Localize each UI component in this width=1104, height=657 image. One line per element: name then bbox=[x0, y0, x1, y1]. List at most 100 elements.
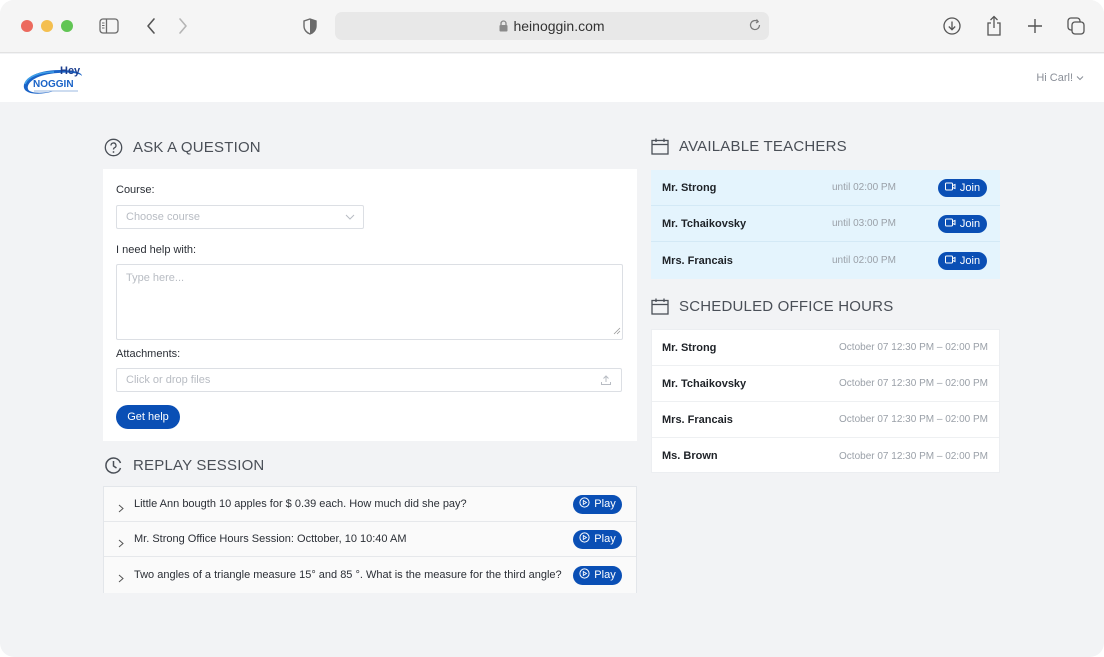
ask-question-form: Course: Choose course I need help with: … bbox=[103, 169, 637, 441]
teacher-name: Mrs. Francais bbox=[662, 413, 733, 426]
teacher-name: Mr. Tchaikovsky bbox=[662, 377, 747, 390]
sidebar-icon[interactable] bbox=[97, 14, 121, 38]
join-label: Join bbox=[959, 217, 981, 230]
teacher-name: Mr. Tchaikovsky bbox=[662, 217, 747, 230]
help-textarea-placeholder: Type here... bbox=[126, 272, 185, 284]
shield-icon[interactable] bbox=[298, 14, 322, 38]
office-hours-time: October 07 12:30 PM – 02:00 PM bbox=[839, 450, 988, 462]
available-teachers-heading: AVAILABLE TEACHERS bbox=[651, 138, 847, 155]
calendar-icon bbox=[651, 298, 669, 315]
play-circle-icon bbox=[579, 497, 590, 511]
teacher-until: until 02:00 PM bbox=[832, 182, 896, 193]
join-button[interactable]: Join bbox=[938, 178, 987, 197]
lock-icon bbox=[499, 20, 508, 32]
new-tab-icon[interactable] bbox=[1023, 14, 1047, 38]
zoom-window-button[interactable] bbox=[61, 20, 73, 32]
replay-item-text: Mr. Strong Office Hours Session: Octtobe… bbox=[134, 533, 407, 545]
replay-item-text: Little Ann bougth 10 apples for $ 0.39 e… bbox=[134, 498, 467, 510]
logo-top-text: Hey bbox=[60, 65, 81, 77]
replay-session-list: Little Ann bougth 10 apples for $ 0.39 e… bbox=[103, 486, 637, 593]
office-hours-title: SCHEDULED OFFICE HOURS bbox=[679, 298, 894, 315]
chevron-down-icon bbox=[345, 212, 355, 224]
join-button[interactable]: Join bbox=[938, 214, 987, 233]
replay-item[interactable]: Little Ann bougth 10 apples for $ 0.39 e… bbox=[104, 487, 636, 522]
share-icon[interactable] bbox=[982, 14, 1006, 38]
tabs-overview-icon[interactable] bbox=[1064, 14, 1088, 38]
ask-question-heading: ASK A QUESTION bbox=[104, 138, 261, 157]
replay-session-heading: REPLAY SESSION bbox=[104, 456, 264, 475]
teacher-name: Ms. Brown bbox=[662, 450, 718, 462]
hey-noggin-logo[interactable]: Hey NOGGIN bbox=[20, 62, 84, 96]
chevron-right-icon[interactable] bbox=[118, 500, 124, 518]
calendar-icon bbox=[651, 138, 669, 155]
attachments-dropzone[interactable]: Click or drop files bbox=[116, 368, 622, 392]
office-hours-time: October 07 12:30 PM – 02:00 PM bbox=[839, 342, 988, 353]
teacher-name: Mr. Strong bbox=[662, 341, 717, 354]
available-teachers-list: Mr. Strong until 02:00 PM Join Mr. Tchai… bbox=[651, 170, 1000, 279]
chevron-right-icon[interactable] bbox=[118, 570, 124, 588]
chevron-down-icon bbox=[1076, 72, 1084, 84]
office-hours-row[interactable]: Mr. Strong October 07 12:30 PM – 02:00 P… bbox=[652, 330, 999, 366]
replay-item-text: Two angles of a triangle measure 15° and… bbox=[134, 569, 562, 581]
available-teachers-title: AVAILABLE TEACHERS bbox=[679, 138, 847, 155]
ask-question-title: ASK A QUESTION bbox=[133, 139, 261, 156]
reload-icon[interactable] bbox=[747, 17, 763, 36]
user-greeting: Hi Carl! bbox=[1036, 72, 1073, 84]
help-label: I need help with: bbox=[116, 244, 197, 256]
close-window-button[interactable] bbox=[21, 20, 33, 32]
teacher-row: Mr. Strong until 02:00 PM Join bbox=[651, 170, 1000, 206]
replay-session-title: REPLAY SESSION bbox=[133, 457, 265, 474]
get-help-button[interactable]: Get help bbox=[116, 405, 180, 429]
attachments-placeholder: Click or drop files bbox=[126, 374, 211, 386]
teacher-name: Mr. Strong bbox=[662, 181, 717, 194]
question-circle-icon bbox=[104, 138, 123, 157]
teacher-name: Mrs. Francais bbox=[662, 254, 733, 267]
user-menu[interactable]: Hi Carl! bbox=[1036, 72, 1084, 84]
course-label: Course: bbox=[116, 184, 155, 196]
download-icon[interactable] bbox=[940, 14, 964, 38]
join-label: Join bbox=[959, 254, 981, 267]
resize-handle-icon[interactable] bbox=[613, 326, 621, 338]
teacher-row: Mr. Tchaikovsky until 03:00 PM Join bbox=[651, 206, 1000, 242]
play-button[interactable]: Play bbox=[573, 494, 622, 514]
play-button[interactable]: Play bbox=[573, 529, 622, 549]
office-hours-time: October 07 12:30 PM – 02:00 PM bbox=[839, 378, 988, 389]
video-camera-icon bbox=[944, 182, 956, 194]
office-hours-row[interactable]: Ms. Brown October 07 12:30 PM – 02:00 PM bbox=[652, 438, 999, 474]
office-hours-row[interactable]: Mrs. Francais October 07 12:30 PM – 02:0… bbox=[652, 402, 999, 438]
address-bar[interactable]: heinoggin.com bbox=[335, 12, 769, 40]
play-label: Play bbox=[594, 498, 616, 510]
forward-icon[interactable] bbox=[171, 14, 195, 38]
office-hours-time: October 07 12:30 PM – 02:00 PM bbox=[839, 414, 988, 425]
join-button[interactable]: Join bbox=[938, 251, 987, 270]
app-header: Hey NOGGIN Hi Carl! bbox=[0, 54, 1104, 102]
back-icon[interactable] bbox=[139, 14, 163, 38]
url-text: heinoggin.com bbox=[513, 18, 605, 34]
teacher-row: Mrs. Francais until 02:00 PM Join bbox=[651, 242, 1000, 279]
teacher-until: until 02:00 PM bbox=[832, 255, 896, 266]
play-button[interactable]: Play bbox=[573, 565, 622, 585]
minimize-window-button[interactable] bbox=[41, 20, 53, 32]
video-camera-icon bbox=[944, 255, 956, 267]
attachments-label: Attachments: bbox=[116, 348, 181, 360]
upload-icon bbox=[600, 374, 612, 389]
browser-toolbar: heinoggin.com bbox=[0, 0, 1104, 53]
teacher-until: until 03:00 PM bbox=[832, 218, 896, 229]
logo-bottom-text: NOGGIN bbox=[33, 79, 74, 90]
replay-item[interactable]: Mr. Strong Office Hours Session: Octtobe… bbox=[104, 522, 636, 557]
play-circle-icon bbox=[579, 568, 590, 582]
play-label: Play bbox=[594, 533, 616, 545]
office-hours-row[interactable]: Mr. Tchaikovsky October 07 12:30 PM – 02… bbox=[652, 366, 999, 402]
office-hours-heading: SCHEDULED OFFICE HOURS bbox=[651, 298, 893, 315]
history-clock-icon bbox=[104, 456, 123, 475]
course-select[interactable]: Choose course bbox=[116, 205, 364, 229]
join-label: Join bbox=[959, 181, 981, 194]
replay-item[interactable]: Two angles of a triangle measure 15° and… bbox=[104, 557, 636, 593]
play-label: Play bbox=[594, 569, 616, 581]
chevron-right-icon[interactable] bbox=[118, 535, 124, 553]
play-circle-icon bbox=[579, 532, 590, 546]
course-select-placeholder: Choose course bbox=[126, 211, 200, 223]
help-textarea[interactable]: Type here... bbox=[116, 264, 623, 340]
video-camera-icon bbox=[944, 218, 956, 230]
browser-window: heinoggin.com Hey NOGGIN Hi Carl! ASK A … bbox=[0, 0, 1104, 657]
